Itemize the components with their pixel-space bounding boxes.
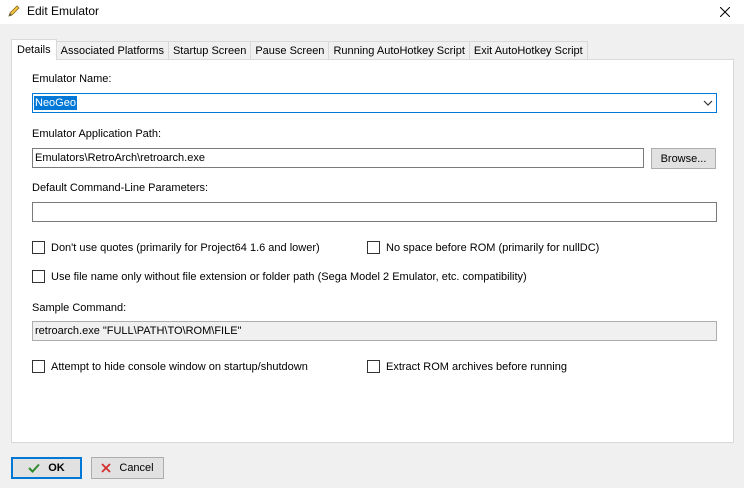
tab-details[interactable]: Details (11, 39, 57, 60)
window-title: Edit Emulator (27, 4, 100, 18)
cancel-button[interactable]: Cancel (91, 457, 164, 479)
extract-rom-label[interactable]: Extract ROM archives before running (386, 361, 567, 373)
app-path-label: Emulator Application Path: (32, 128, 162, 140)
emulator-name-value[interactable]: NeoGeo (34, 96, 77, 110)
extract-rom-checkbox[interactable]: Extract ROM archives before running (367, 360, 567, 373)
checkbox-box[interactable] (32, 360, 45, 373)
tab-pause-screen[interactable]: Pause Screen (250, 41, 330, 60)
checkbox-box[interactable] (32, 241, 45, 254)
app-path-input[interactable]: Emulators\RetroArch\retroarch.exe (32, 148, 644, 168)
title-bar: Edit Emulator (0, 0, 744, 24)
pencil-icon (7, 4, 21, 18)
checkbox-box[interactable] (367, 241, 380, 254)
checkbox-box[interactable] (367, 360, 380, 373)
tab-exit-autohotkey-script[interactable]: Exit AutoHotkey Script (468, 41, 588, 60)
close-icon (720, 7, 730, 17)
cancel-label: Cancel (119, 462, 154, 474)
tab-strip: Details Associated Platforms Startup Scr… (11, 39, 588, 60)
no-space-label[interactable]: No space before ROM (primarily for nullD… (386, 242, 599, 254)
sample-command-label: Sample Command: (32, 302, 127, 314)
tab-startup-screen[interactable]: Startup Screen (167, 41, 252, 60)
params-input[interactable] (32, 202, 717, 222)
hide-console-label[interactable]: Attempt to hide console window on startu… (51, 361, 308, 373)
no-quotes-checkbox[interactable]: Don't use quotes (primarily for Project6… (32, 241, 320, 254)
tab-running-autohotkey-script[interactable]: Running AutoHotkey Script (328, 41, 470, 60)
no-quotes-label[interactable]: Don't use quotes (primarily for Project6… (51, 242, 320, 254)
tab-associated-platforms[interactable]: Associated Platforms (55, 41, 169, 60)
close-button[interactable] (706, 0, 744, 24)
browse-button[interactable]: Browse... (651, 148, 716, 169)
params-label: Default Command-Line Parameters: (32, 182, 209, 194)
chevron-down-icon[interactable] (703, 98, 713, 108)
checkbox-box[interactable] (32, 270, 45, 283)
ok-label: OK (48, 462, 65, 474)
ok-button[interactable]: OK (11, 457, 82, 479)
emulator-name-label: Emulator Name: (32, 73, 112, 85)
hide-console-checkbox[interactable]: Attempt to hide console window on startu… (32, 360, 308, 373)
sample-command-field: retroarch.exe "FULL\PATH\TO\ROM\FILE" (32, 321, 717, 341)
checkmark-icon (28, 463, 40, 473)
file-name-only-checkbox[interactable]: Use file name only without file extensio… (32, 270, 527, 283)
file-name-only-label[interactable]: Use file name only without file extensio… (51, 271, 527, 283)
emulator-name-combobox[interactable]: NeoGeo (32, 93, 717, 113)
no-space-checkbox[interactable]: No space before ROM (primarily for nullD… (367, 241, 599, 254)
red-x-icon (101, 463, 112, 473)
